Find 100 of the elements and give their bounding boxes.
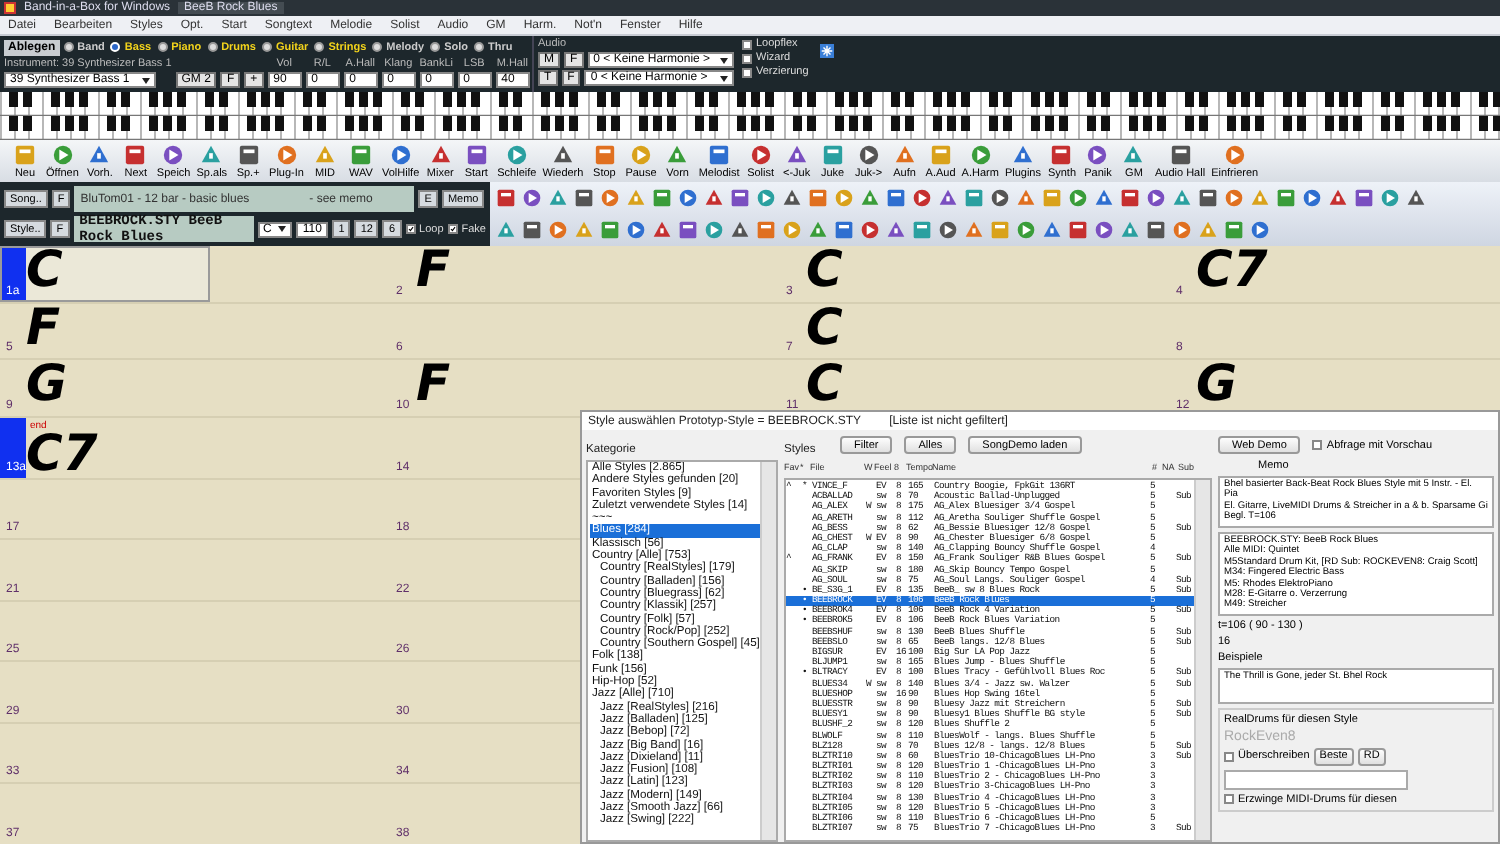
toolbar-glyph-icon bbox=[551, 143, 574, 165]
toolbar-glyph-icon bbox=[1250, 220, 1270, 240]
toolbar-glyph-icon bbox=[505, 143, 528, 165]
toolbar-glyph-icon bbox=[1120, 188, 1140, 208]
toolbar-glyph-icon bbox=[1172, 220, 1192, 240]
chord-symbol: G bbox=[1196, 360, 1238, 409]
toolbar-glyph-icon bbox=[756, 188, 776, 208]
toolbar-glyph-icon bbox=[600, 220, 620, 240]
snowflake-icon[interactable] bbox=[820, 44, 835, 58]
toolbar-glyph-icon bbox=[929, 143, 952, 165]
toolbar-glyph-icon bbox=[808, 220, 828, 240]
checkbox[interactable] bbox=[742, 39, 752, 49]
checkbox[interactable] bbox=[1224, 751, 1234, 762]
chord-symbol: C7 bbox=[26, 429, 98, 478]
toolbar-glyph-icon bbox=[652, 188, 672, 208]
toolbar-glyph-icon bbox=[1406, 188, 1426, 208]
toolbar-glyph-icon bbox=[522, 188, 542, 208]
scrollbar[interactable] bbox=[760, 462, 776, 840]
toolbar-glyph-icon bbox=[886, 188, 906, 208]
toolbar-glyph-icon bbox=[782, 220, 802, 240]
scrollbar[interactable] bbox=[1194, 480, 1210, 840]
toolbar-glyph-icon bbox=[1169, 143, 1192, 165]
toolbar-glyph-icon bbox=[574, 220, 594, 240]
toolbar-glyph-icon bbox=[1223, 143, 1246, 165]
toolbar-glyph-icon bbox=[666, 143, 689, 165]
toolbar-glyph-icon bbox=[704, 220, 724, 240]
toolbar-glyph-icon bbox=[730, 188, 750, 208]
toolbar-glyph-icon bbox=[834, 220, 854, 240]
toolbar-glyph-icon bbox=[1042, 188, 1062, 208]
toolbar-glyph-icon bbox=[574, 188, 594, 208]
checkbox[interactable] bbox=[1224, 794, 1234, 805]
toolbar-glyph-icon bbox=[626, 220, 646, 240]
input-field[interactable] bbox=[1224, 769, 1408, 790]
toolbar-glyph-icon bbox=[756, 220, 776, 240]
toolbar-glyph-icon bbox=[821, 143, 844, 165]
toolbar-glyph-icon bbox=[678, 220, 698, 240]
toolbar-glyph-icon bbox=[1094, 188, 1114, 208]
toolbar-glyph-icon bbox=[88, 143, 111, 165]
toolbar-glyph-icon bbox=[1380, 188, 1400, 208]
chord-symbol: C7 bbox=[1196, 246, 1268, 294]
toolbar-glyph-icon bbox=[912, 220, 932, 240]
chord-symbol: C bbox=[806, 360, 843, 409]
toolbar-glyph-icon bbox=[124, 143, 147, 165]
checkbox[interactable] bbox=[447, 224, 458, 234]
checkbox[interactable] bbox=[1312, 440, 1323, 450]
chord-symbol: C bbox=[26, 246, 63, 294]
toolbar-glyph-icon bbox=[200, 143, 223, 165]
toolbar-glyph-icon bbox=[704, 188, 724, 208]
toolbar-glyph-icon bbox=[1354, 188, 1374, 208]
chord-symbol: F bbox=[416, 246, 451, 294]
toolbar-glyph-icon bbox=[14, 143, 36, 165]
toolbar-glyph-icon bbox=[1068, 220, 1088, 240]
toolbar-glyph-icon bbox=[237, 143, 260, 165]
toolbar-glyph-icon bbox=[465, 143, 488, 165]
caret-icon bbox=[278, 226, 287, 232]
chord-symbol: F bbox=[416, 360, 451, 409]
toolbar-glyph-icon bbox=[749, 143, 772, 165]
toolbar-glyph-icon bbox=[1068, 188, 1088, 208]
toolbar-glyph-icon bbox=[886, 220, 906, 240]
toolbar-glyph-icon bbox=[678, 188, 698, 208]
toolbar-glyph-icon bbox=[275, 143, 298, 165]
toolbar-glyph-icon bbox=[593, 143, 616, 165]
toolbar-glyph-icon bbox=[1198, 220, 1218, 240]
toolbar-glyph-icon bbox=[990, 188, 1010, 208]
toolbar-glyph-icon bbox=[1094, 220, 1114, 240]
toolbar-glyph-icon bbox=[860, 188, 880, 208]
toolbar-glyph-icon bbox=[1172, 188, 1192, 208]
toolbar-glyph-icon bbox=[522, 220, 542, 240]
checkbox[interactable] bbox=[742, 67, 752, 77]
toolbar-glyph-icon bbox=[964, 188, 984, 208]
toolbar-glyph-icon bbox=[1122, 143, 1145, 165]
toolbar-glyph-icon bbox=[349, 143, 372, 165]
checkbox[interactable] bbox=[405, 224, 416, 234]
toolbar-glyph-icon bbox=[1276, 188, 1296, 208]
piano-keyboard-drawing[interactable] bbox=[0, 116, 1500, 140]
toolbar-glyph-icon bbox=[1016, 220, 1036, 240]
toolbar-glyph-icon bbox=[626, 188, 646, 208]
chord-symbol: F bbox=[26, 303, 61, 352]
chord-symbol: G bbox=[26, 360, 68, 409]
checkbox[interactable] bbox=[742, 53, 752, 63]
toolbar-glyph-icon bbox=[1042, 220, 1062, 240]
toolbar-glyph-icon bbox=[912, 188, 932, 208]
toolbar-glyph-icon bbox=[1086, 143, 1109, 165]
chord-symbol: C bbox=[806, 303, 843, 352]
caret-icon bbox=[720, 57, 728, 63]
toolbar-glyph-icon bbox=[990, 220, 1010, 240]
toolbar-glyph-icon bbox=[548, 188, 568, 208]
piano-keyboard-drawing[interactable] bbox=[0, 92, 1500, 116]
toolbar-glyph-icon bbox=[600, 188, 620, 208]
toolbar-glyph-icon bbox=[1328, 188, 1348, 208]
toolbar-glyph-icon bbox=[1011, 143, 1034, 165]
toolbar-glyph-icon bbox=[808, 188, 828, 208]
toolbar-glyph-icon bbox=[1302, 188, 1322, 208]
toolbar-glyph-icon bbox=[630, 143, 652, 165]
toolbar-glyph-icon bbox=[893, 143, 916, 165]
toolbar-glyph-icon bbox=[1224, 188, 1244, 208]
caret-icon bbox=[720, 75, 728, 81]
toolbar-glyph-icon bbox=[1016, 188, 1036, 208]
toolbar-glyph-icon bbox=[1120, 220, 1140, 240]
toolbar-glyph-icon bbox=[389, 143, 412, 165]
